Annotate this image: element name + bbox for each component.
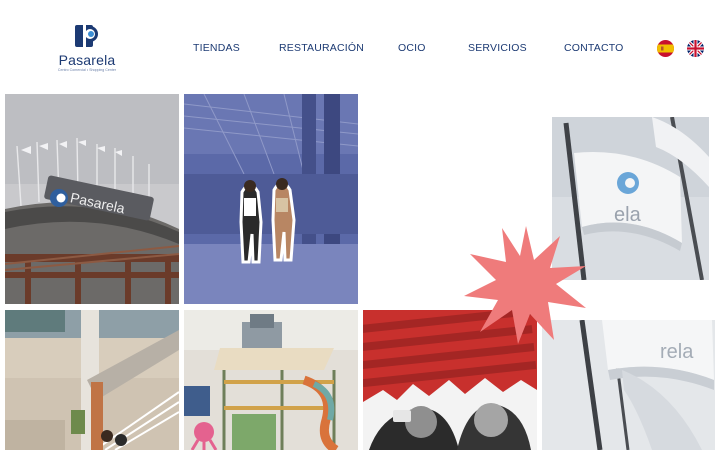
site-logo[interactable]: Pasarela Centro Comercial • Shopping Cen…	[50, 22, 124, 72]
nav-item-ocio[interactable]: OCIO	[398, 42, 426, 54]
nav-item-contacto[interactable]: CONTACTO	[564, 42, 624, 54]
nav-item-tiendas[interactable]: TIENDAS	[193, 42, 240, 54]
shoppers-walking-photo[interactable]	[184, 94, 358, 304]
logo-mark-icon	[75, 25, 98, 47]
interior-stairs-photo[interactable]	[5, 310, 179, 450]
site-header: Pasarela Centro Comercial • Shopping Cen…	[0, 0, 720, 92]
flag-text-bottom: rela	[660, 341, 694, 363]
mall-facade-photo[interactable]: Pasarela	[5, 94, 179, 304]
es-flag-icon[interactable]	[657, 40, 674, 57]
playground-photo[interactable]	[184, 310, 358, 450]
logo-name: Pasarela	[58, 52, 116, 68]
nav-item-restauracion[interactable]: RESTAURACIÓN	[279, 42, 364, 54]
nav-item-servicios[interactable]: SERVICIOS	[468, 42, 527, 54]
starburst-decoration	[464, 226, 586, 344]
logo-tagline: Centro Comercial • Shopping Center	[57, 68, 117, 72]
uk-flag-icon[interactable]	[687, 40, 704, 57]
flag-text: ela	[614, 204, 642, 226]
